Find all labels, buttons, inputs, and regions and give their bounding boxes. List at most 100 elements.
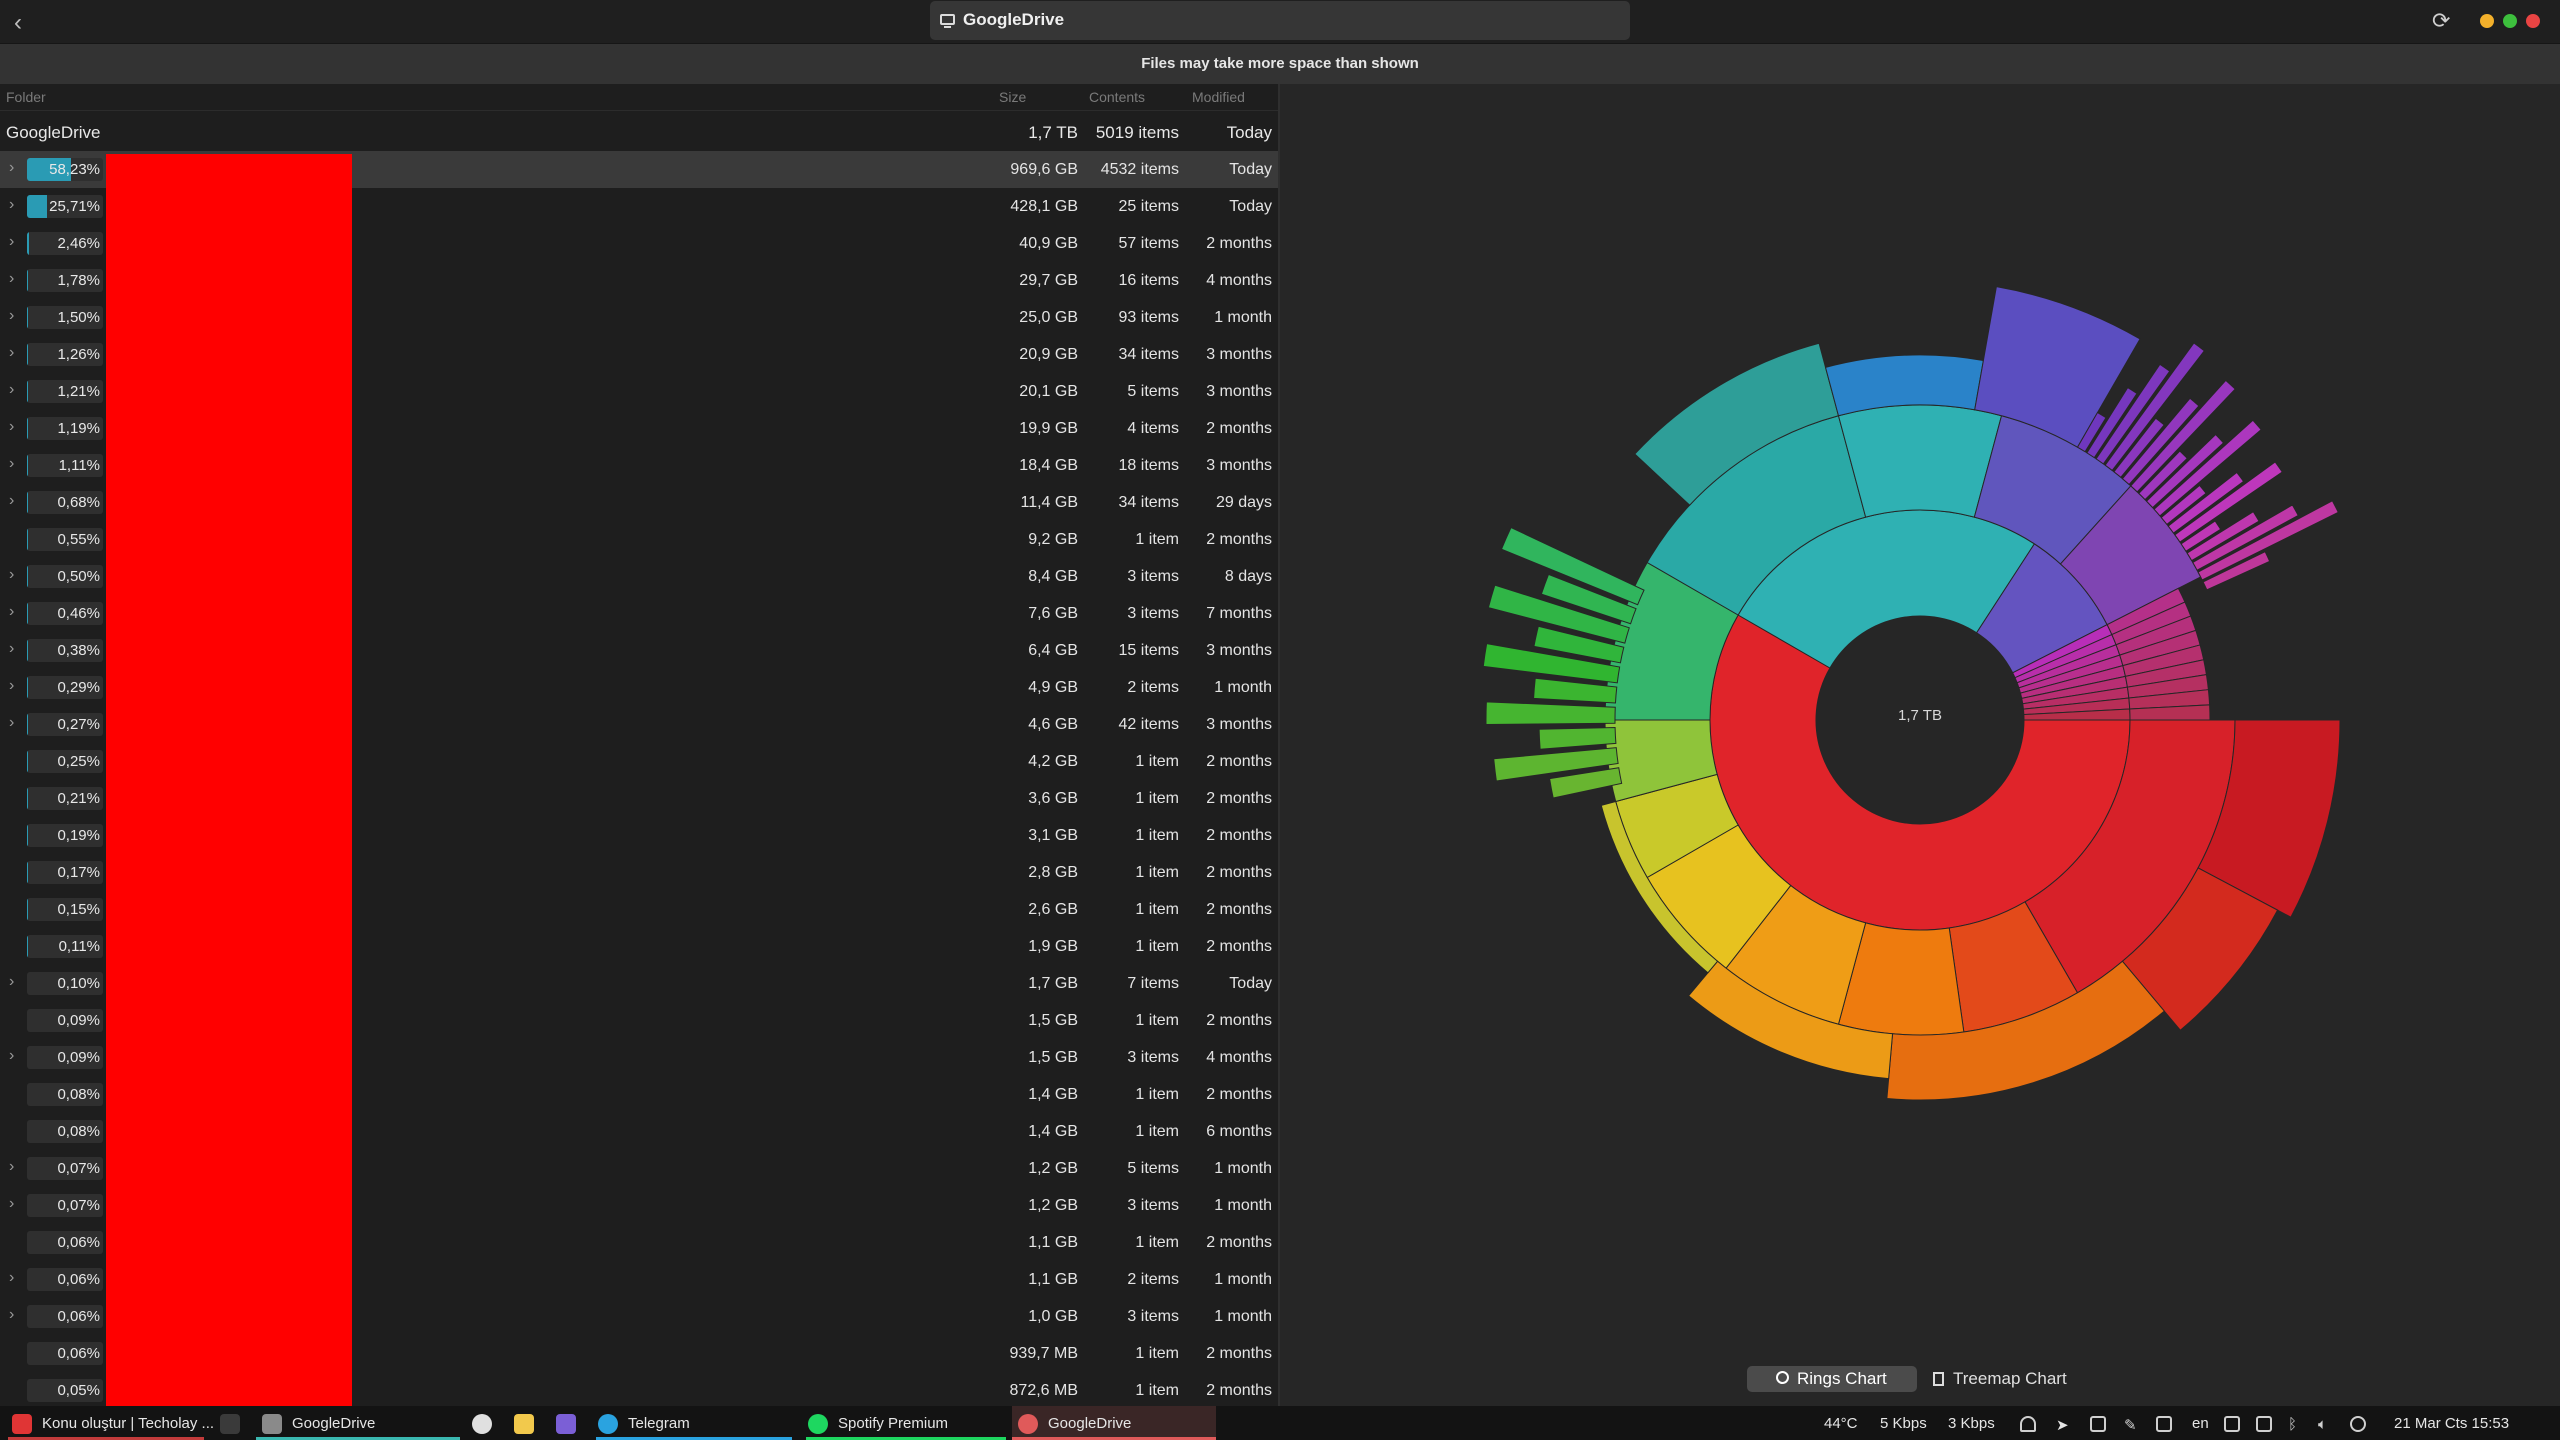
task-notes[interactable]	[512, 1406, 540, 1440]
clock[interactable]: 21 Mar Cts 15:53	[2394, 1415, 2509, 1432]
chart-center-label: 1,7 TB	[1898, 707, 1942, 724]
contents-cell: 25 items	[1118, 198, 1179, 215]
chevron-right-icon[interactable]: ›	[9, 1047, 14, 1065]
ring3-segment[interactable]	[1538, 726, 1617, 750]
chevron-right-icon[interactable]: ›	[9, 1269, 14, 1287]
chevron-right-icon[interactable]: ›	[9, 233, 14, 251]
contents-cell: 57 items	[1118, 235, 1179, 252]
contents-cell: 34 items	[1118, 494, 1179, 511]
chevron-right-icon[interactable]: ›	[9, 1195, 14, 1213]
modified-cell: 1 month	[1214, 1308, 1272, 1325]
modified-cell: 2 months	[1206, 1234, 1272, 1251]
clipboard-icon[interactable]	[2090, 1416, 2106, 1432]
size-cell: 1,1 GB	[1028, 1234, 1078, 1251]
close-button[interactable]	[2526, 14, 2540, 28]
chevron-right-icon[interactable]: ›	[9, 455, 14, 473]
column-size[interactable]: Size	[999, 89, 1026, 105]
chevron-right-icon[interactable]: ›	[9, 196, 14, 214]
app-icon	[556, 1414, 576, 1434]
size-cell: 3,1 GB	[1028, 827, 1078, 844]
size-cell: 29,7 GB	[1019, 272, 1078, 289]
chevron-right-icon[interactable]: ›	[9, 270, 14, 288]
size-cell: 20,9 GB	[1019, 346, 1078, 363]
modified-cell: 2 months	[1206, 827, 1272, 844]
keyboard-layout[interactable]: en	[2192, 1415, 2209, 1432]
doc-icon[interactable]	[2156, 1416, 2172, 1432]
ring2-segment[interactable]	[1837, 404, 2003, 518]
percent-label: 1,26%	[57, 346, 100, 363]
notes-icon	[514, 1414, 534, 1434]
power-icon[interactable]	[2350, 1416, 2366, 1432]
contents-cell: 3 items	[1127, 1049, 1179, 1066]
treemap-icon	[1933, 1372, 1944, 1386]
percent-label: 1,78%	[57, 272, 100, 289]
task-spotify[interactable]: Spotify Premium	[806, 1406, 1006, 1440]
rings-chart[interactable]	[1280, 84, 2560, 1406]
percent-label: 0,50%	[57, 568, 100, 585]
back-button[interactable]: ‹	[14, 9, 22, 37]
refresh-icon[interactable]: ⟳	[2432, 8, 2450, 34]
modified-cell: 1 month	[1214, 1271, 1272, 1288]
app-icon	[1018, 1414, 1038, 1434]
send-icon[interactable]: ➤	[2056, 1416, 2072, 1434]
chevron-right-icon[interactable]: ›	[9, 1306, 14, 1324]
location-box[interactable]: GoogleDrive	[930, 1, 1630, 40]
task-app-1[interactable]	[470, 1406, 498, 1440]
task-terminal[interactable]	[216, 1406, 248, 1440]
chevron-right-icon[interactable]: ›	[9, 640, 14, 658]
chevron-right-icon[interactable]: ›	[9, 714, 14, 732]
contents-cell: 3 items	[1127, 1197, 1179, 1214]
rings-chart-button[interactable]: Rings Chart	[1747, 1366, 1917, 1392]
chevron-right-icon[interactable]: ›	[9, 566, 14, 584]
contents-cell: 1 item	[1135, 790, 1179, 807]
size-cell: 6,4 GB	[1028, 642, 1078, 659]
minimize-button[interactable]	[2480, 14, 2494, 28]
ring3-segment[interactable]	[1485, 701, 1616, 726]
task-browser[interactable]: Konu oluştur | Techolay ...	[8, 1406, 214, 1440]
volume-icon[interactable]: 🔈︎	[2318, 1416, 2334, 1433]
chevron-right-icon[interactable]: ›	[9, 381, 14, 399]
chevron-right-icon[interactable]: ›	[9, 603, 14, 621]
size-cell: 7,6 GB	[1028, 605, 1078, 622]
cloud-icon[interactable]	[2020, 1416, 2036, 1432]
size-cell: 4,9 GB	[1028, 679, 1078, 696]
task-app-2[interactable]	[554, 1406, 582, 1440]
column-folder[interactable]: Folder	[6, 89, 46, 105]
bluetooth-icon[interactable]: ᛒ	[2288, 1416, 2304, 1433]
task-telegram[interactable]: Telegram	[596, 1406, 792, 1440]
chevron-right-icon[interactable]: ›	[9, 307, 14, 325]
cpu-temp: 44°C	[1824, 1415, 1858, 1432]
column-modified[interactable]: Modified	[1192, 89, 1245, 105]
treemap-chart-button[interactable]: Treemap Chart	[1933, 1366, 2113, 1392]
percent-label: 0,09%	[57, 1049, 100, 1066]
contents-cell: 3 items	[1127, 568, 1179, 585]
chevron-right-icon[interactable]: ›	[9, 418, 14, 436]
percent-label: 0,38%	[57, 642, 100, 659]
chevron-right-icon[interactable]: ›	[9, 159, 14, 177]
treemap-chart-label: Treemap Chart	[1953, 1369, 2067, 1388]
modified-cell: 7 months	[1206, 605, 1272, 622]
chevron-right-icon[interactable]: ›	[9, 344, 14, 362]
size-cell: 939,7 MB	[1009, 1345, 1078, 1362]
modified-cell: 4 months	[1206, 1049, 1272, 1066]
chevron-right-icon[interactable]: ›	[9, 973, 14, 991]
chevron-right-icon[interactable]: ›	[9, 677, 14, 695]
contents-cell: 7 items	[1127, 975, 1179, 992]
task-files[interactable]: GoogleDrive	[256, 1406, 460, 1440]
root-row[interactable]: GoogleDrive 1,7 TB 5019 items Today	[0, 114, 1278, 151]
network-icon[interactable]	[2256, 1416, 2272, 1432]
contents-cell: 3 items	[1127, 605, 1179, 622]
size-cell: 1,9 GB	[1028, 938, 1078, 955]
size-cell: 25,0 GB	[1019, 309, 1078, 326]
column-contents[interactable]: Contents	[1089, 89, 1145, 105]
size-cell: 1,5 GB	[1028, 1049, 1078, 1066]
window-title: GoogleDrive	[963, 10, 1065, 29]
pen-icon[interactable]: ✎	[2124, 1416, 2140, 1434]
chevron-right-icon[interactable]: ›	[9, 1158, 14, 1176]
percent-label: 1,21%	[57, 383, 100, 400]
chevron-right-icon[interactable]: ›	[9, 492, 14, 510]
maximize-button[interactable]	[2503, 14, 2517, 28]
display-icon[interactable]	[2224, 1416, 2240, 1432]
task-googledrive[interactable]: GoogleDrive	[1012, 1406, 1216, 1440]
ring3-segment[interactable]	[1533, 677, 1618, 704]
